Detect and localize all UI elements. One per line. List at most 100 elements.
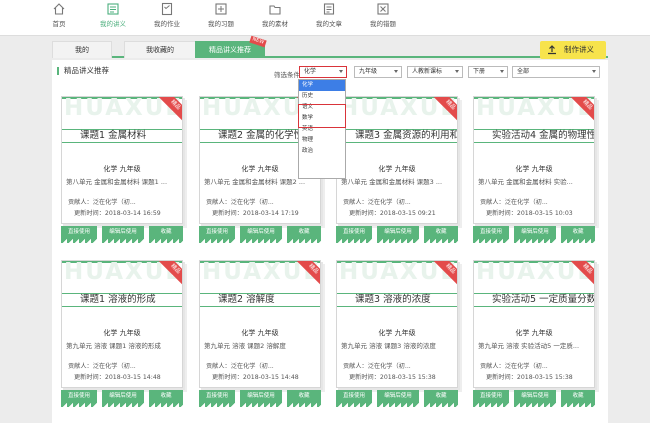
button-label: 编辑后使用 (247, 229, 275, 235)
exercise-icon (215, 3, 227, 15)
button-label: 收藏 (298, 229, 310, 235)
card-time: 更新时间：2018-03-14 16:59 (74, 210, 161, 217)
nav-my-handouts[interactable]: 我的讲义 (90, 2, 136, 28)
button-flag (514, 239, 556, 243)
button-label: 收藏 (160, 229, 172, 235)
button-flag (561, 239, 595, 243)
card-subject: 化学 九年级 (103, 329, 141, 337)
edit-use-button[interactable]: 编辑后使用 (240, 226, 282, 243)
direct-use-button[interactable]: 直接使用 (336, 390, 372, 407)
button-label: 直接使用 (67, 229, 90, 235)
card-author: 贡献人：泛在化学（初... (343, 199, 411, 206)
scope-select[interactable]: 全部 (512, 66, 600, 78)
nav-my-articles[interactable]: 我的文章 (306, 2, 352, 28)
handout-card[interactable]: HUAXUE 精品 课题3 金属资源的利用和... 化学 九年级 第八单元 金属… (336, 96, 458, 254)
subject-select[interactable]: 化学 (299, 66, 347, 78)
chevron-down-icon (500, 70, 504, 73)
tab-mine[interactable]: 我的 (52, 41, 112, 58)
subject-value: 化学 (304, 68, 317, 75)
card-cover: HUAXUE 精品 课题2 溶解度 化学 九年级 第九单元 溶液 课题2 溶解度… (199, 260, 321, 388)
handout-card[interactable]: HUAXUE 精品 课题2 溶解度 化学 九年级 第九单元 溶液 课题2 溶解度… (199, 260, 321, 418)
direct-use-button[interactable]: 直接使用 (336, 226, 372, 243)
button-flag (473, 239, 509, 243)
favorite-button[interactable]: 收藏 (287, 390, 321, 407)
option-chemistry[interactable]: 化学 (299, 80, 345, 91)
button-label: 编辑后使用 (384, 393, 412, 399)
handout-card[interactable]: HUAXUE 精品 课题3 溶液的浓度 化学 九年级 第九单元 溶液 课题3 溶… (336, 260, 458, 418)
button-label: 收藏 (572, 393, 584, 399)
edit-use-button[interactable]: 编辑后使用 (514, 390, 556, 407)
card-author: 贡献人：泛在化学（初... (480, 363, 548, 370)
favorite-button[interactable]: 收藏 (561, 226, 595, 243)
upload-icon (548, 45, 556, 55)
handout-card[interactable]: HUAXUE 精品 实验活动5 一定质量分数... 化学 九年级 第九单元 溶液… (473, 260, 595, 418)
handout-tabs: 我的 我收藏的 精品讲义推荐 NEW (52, 35, 608, 58)
nav-my-homework[interactable]: 我的作业 (144, 2, 190, 28)
button-label: 直接使用 (479, 229, 502, 235)
favorite-button[interactable]: 收藏 (424, 226, 458, 243)
tab-recommended[interactable]: 精品讲义推荐 NEW (195, 35, 267, 58)
direct-use-button[interactable]: 直接使用 (199, 226, 235, 243)
nav-my-mistakes[interactable]: 我的错题 (360, 2, 406, 28)
direct-use-button[interactable]: 直接使用 (61, 226, 97, 243)
card-chapter: 第九单元 溶液 实验活动5 一定质... (478, 342, 580, 350)
button-flag (61, 403, 97, 407)
handout-card[interactable]: HUAXUE 精品 实验活动4 金属的物理性... 化学 九年级 第八单元 金属… (473, 96, 595, 254)
make-handout-button[interactable]: 制作讲义 (540, 41, 606, 59)
edition-select[interactable]: 人教新课标 (407, 66, 463, 78)
button-label: 编辑后使用 (109, 393, 137, 399)
option-physics[interactable]: 物理 (299, 135, 345, 146)
handout-card[interactable]: HUAXUE 精品 课题1 金属材料 化学 九年级 第八单元 金属和金属材料 课… (61, 96, 183, 254)
nav-home[interactable]: 首页 (36, 2, 82, 28)
edit-use-button[interactable]: 编辑后使用 (240, 390, 282, 407)
button-flag (102, 403, 144, 407)
card-chapter: 第八单元 金属和金属材料 实验... (478, 178, 573, 186)
nav-my-exercises[interactable]: 我的习题 (198, 2, 244, 28)
card-time: 更新时间：2018-03-15 10:03 (486, 210, 573, 217)
direct-use-button[interactable]: 直接使用 (61, 390, 97, 407)
grade-select[interactable]: 九年级 (354, 66, 402, 78)
button-flag (240, 403, 282, 407)
edit-use-button[interactable]: 编辑后使用 (514, 226, 556, 243)
button-flag (149, 403, 183, 407)
card-time: 更新时间：2018-03-15 15:38 (349, 374, 436, 381)
card-author: 贡献人：泛在化学（初... (343, 363, 411, 370)
button-flag (287, 403, 321, 407)
nav-my-materials[interactable]: 我的素材 (252, 2, 298, 28)
favorite-button[interactable]: 收藏 (149, 226, 183, 243)
nav-label: 我的作业 (154, 20, 180, 28)
favorite-button[interactable]: 收藏 (424, 390, 458, 407)
tab-favorites[interactable]: 我收藏的 (124, 41, 196, 58)
nav-label: 首页 (52, 20, 66, 28)
edit-use-button[interactable]: 编辑后使用 (102, 226, 144, 243)
card-subject: 化学 九年级 (515, 165, 553, 173)
favorite-button[interactable]: 收藏 (561, 390, 595, 407)
card-chapter: 第九单元 溶液 课题2 溶解度 (204, 342, 286, 350)
option-politics[interactable]: 政治 (299, 146, 345, 157)
card-author: 贡献人：泛在化学（初... (480, 199, 548, 206)
favorite-button[interactable]: 收藏 (287, 226, 321, 243)
card-title: 实验活动4 金属的物理性... (474, 129, 594, 143)
edit-use-button[interactable]: 编辑后使用 (377, 226, 419, 243)
favorite-button[interactable]: 收藏 (149, 390, 183, 407)
direct-use-button[interactable]: 直接使用 (473, 390, 509, 407)
card-subject: 化学 九年级 (103, 165, 141, 173)
card-chapter: 第九单元 溶液 课题1 溶液的形成 (66, 342, 161, 350)
scope-value: 全部 (517, 68, 530, 75)
make-handout-label: 制作讲义 (564, 45, 594, 54)
option-history[interactable]: 历史 (299, 91, 345, 102)
edition-value: 人教新课标 (412, 68, 443, 75)
direct-use-button[interactable]: 直接使用 (199, 390, 235, 407)
chevron-down-icon (592, 70, 596, 73)
term-select[interactable]: 下册 (468, 66, 508, 78)
edit-use-button[interactable]: 编辑后使用 (102, 390, 144, 407)
dropdown-highlight (298, 104, 346, 128)
handout-card[interactable]: HUAXUE 精品 课题1 溶液的形成 化学 九年级 第九单元 溶液 课题1 溶… (61, 260, 183, 418)
button-flag (240, 239, 282, 243)
direct-use-button[interactable]: 直接使用 (473, 226, 509, 243)
card-author: 贡献人：泛在化学（初... (68, 199, 136, 206)
card-cover: HUAXUE 精品 实验活动4 金属的物理性... 化学 九年级 第八单元 金属… (473, 96, 595, 224)
card-time: 更新时间：2018-03-14 17:19 (212, 210, 299, 217)
tab-label: 我收藏的 (146, 46, 174, 54)
edit-use-button[interactable]: 编辑后使用 (377, 390, 419, 407)
